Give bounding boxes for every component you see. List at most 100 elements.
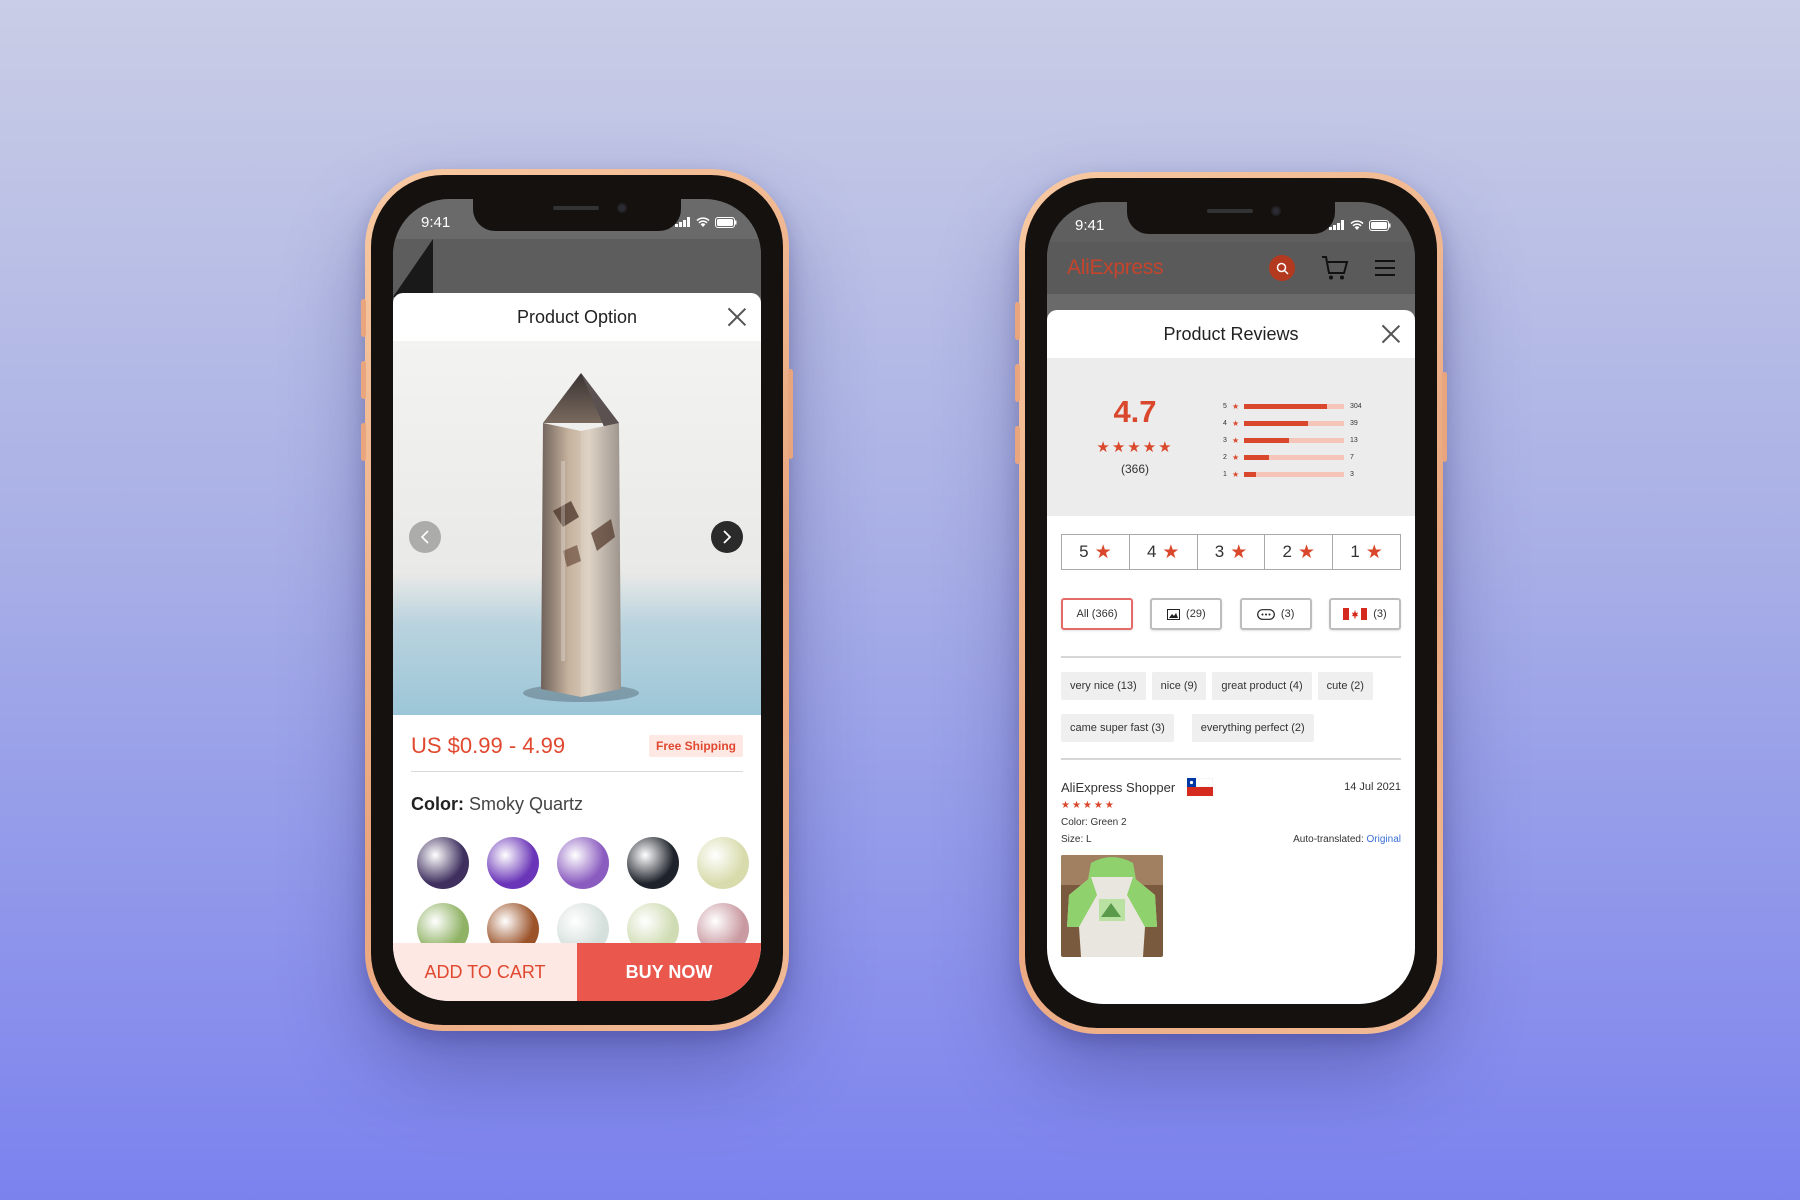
price: US $0.99 - 4.99: [411, 733, 566, 758]
hoodie-photo: [1061, 855, 1163, 957]
keyword-tag[interactable]: everything perfect (2): [1191, 714, 1314, 742]
filter-comments-chip[interactable]: (3): [1239, 598, 1312, 630]
chevron-left-icon: [420, 530, 429, 544]
rating-bar-count: 13: [1350, 437, 1358, 444]
star-filter-4[interactable]: 4 ★: [1130, 535, 1198, 569]
rating-bar-track: [1244, 455, 1344, 460]
prev-image-button[interactable]: [409, 521, 441, 553]
cart-icon[interactable]: [1321, 255, 1349, 281]
star-icon: ★: [1232, 453, 1240, 462]
star-icon: ★: [1232, 419, 1240, 428]
filter-all-label: All (366): [1076, 608, 1118, 620]
filter-photos-label: (29): [1186, 608, 1206, 620]
rating-bar-fill: [1244, 421, 1308, 426]
color-swatch[interactable]: [487, 837, 539, 889]
rating-bar-row: 1 ★ 3: [1223, 466, 1362, 483]
review-author: AliExpress Shopper: [1061, 779, 1176, 795]
close-icon[interactable]: [727, 307, 747, 327]
divider: [1061, 758, 1401, 760]
star-icon: ★: [1232, 402, 1240, 411]
keyword-tag[interactable]: nice (9): [1151, 672, 1207, 700]
wifi-icon: [696, 217, 710, 227]
color-swatch[interactable]: [557, 837, 609, 889]
phone-product-option: 9:41 Product Option US $0.99 - 4.99 Free…: [361, 169, 793, 1031]
original-link[interactable]: Original: [1367, 834, 1401, 845]
color-label: Color:: [411, 794, 464, 814]
star-icon: ★: [1162, 541, 1180, 563]
rating-bar-row: 4 ★ 39: [1223, 415, 1362, 432]
filter-country-chip[interactable]: (3): [1328, 598, 1401, 630]
chile-flag-icon: [1187, 778, 1214, 796]
rating-bar-fill: [1244, 472, 1256, 477]
rating-summary: 4.7 ★★★★★ (366) 5 ★ 304 4 ★ 39 3 ★ 13 2 ★ 7…: [1047, 358, 1415, 516]
phone-bezel: 9:41 Product Option US $0.99 - 4.99 Free…: [371, 175, 783, 1025]
star-icon: ★: [1232, 470, 1240, 479]
rating-bar-row: 3 ★ 13: [1223, 432, 1362, 449]
buy-now-button[interactable]: BUY NOW: [577, 943, 761, 1001]
status-bar: 9:41: [1047, 202, 1415, 242]
sheet-header: Product Option: [393, 293, 761, 341]
color-selection-label: Color: Smoky Quartz: [393, 772, 761, 831]
star-filter-bar: 5 ★ 4 ★ 3 ★ 2 ★ 1 ★: [1061, 534, 1401, 570]
review-filter-chips: All (366) (29) (3) (3): [1061, 598, 1401, 630]
add-to-cart-button[interactable]: ADD TO CART: [393, 943, 577, 1001]
keyword-tag[interactable]: came super fast (3): [1061, 714, 1174, 742]
color-swatch[interactable]: [697, 837, 749, 889]
rating-distribution: 5 ★ 304 4 ★ 39 3 ★ 13 2 ★ 71 ★ 3: [1223, 372, 1362, 516]
bottom-action-bar: ADD TO CART BUY NOW: [393, 943, 761, 1001]
star-filter-1[interactable]: 1 ★: [1333, 535, 1400, 569]
review-size: Size: L: [1061, 834, 1092, 845]
product-image[interactable]: [393, 341, 761, 715]
menu-icon[interactable]: [1375, 260, 1395, 276]
star-icon: ★: [1365, 541, 1383, 563]
review-photo[interactable]: [1061, 855, 1163, 957]
free-shipping-badge: Free Shipping: [648, 735, 743, 757]
rating-bar-track: [1244, 404, 1344, 409]
star-filter-label: 5: [1079, 542, 1089, 561]
crystal-image: [523, 373, 639, 702]
color-swatch[interactable]: [417, 837, 469, 889]
star-filter-2[interactable]: 2 ★: [1265, 535, 1334, 569]
rating-bar-fill: [1244, 438, 1289, 443]
comment-icon: [1257, 608, 1275, 620]
rating-bar-row: 5 ★ 304: [1223, 398, 1362, 415]
background-overlay: [393, 239, 761, 297]
review-item: AliExpress Shopper 14 Jul 2021 ★★★★★ Col…: [1061, 778, 1401, 957]
star-filter-label: 3: [1214, 542, 1225, 561]
filter-all-chip[interactable]: All (366): [1061, 598, 1133, 630]
battery-icon: [715, 216, 737, 228]
keyword-tag[interactable]: very nice (13): [1061, 672, 1146, 700]
image-icon: [1167, 608, 1181, 620]
sheet-title: Product Option: [516, 306, 638, 327]
star-icon: ★: [1230, 541, 1248, 563]
rating-bar-track: [1244, 472, 1344, 477]
rating-stars: ★★★★★: [1096, 439, 1174, 456]
app-header: AliExpress: [1047, 242, 1415, 294]
rating-bar-track: [1244, 438, 1344, 443]
chevron-right-icon: [723, 530, 732, 544]
star-filter-3[interactable]: 3 ★: [1198, 535, 1266, 569]
close-icon[interactable]: [1381, 324, 1401, 344]
status-time: 9:41: [421, 213, 451, 231]
signal-icon: [1329, 220, 1344, 230]
next-image-button[interactable]: [711, 521, 743, 553]
rating-bar-stars: 3: [1223, 437, 1227, 444]
color-swatch[interactable]: [627, 837, 679, 889]
sheet-title: Product Reviews: [1163, 323, 1299, 344]
aliexpress-logo[interactable]: AliExpress: [1067, 256, 1164, 280]
review-date: 14 Jul 2021: [1344, 781, 1401, 793]
rating-bar-fill: [1244, 404, 1327, 409]
search-button[interactable]: [1269, 255, 1295, 281]
star-filter-5[interactable]: 5 ★: [1062, 535, 1130, 569]
product-option-sheet: Product Option US $0.99 - 4.99 Free Ship…: [393, 293, 761, 1001]
review-stars: ★★★★★: [1061, 800, 1116, 811]
review-keyword-tags: very nice (13) nice (9) great product (4) c…: [1061, 672, 1401, 742]
rating-bar-stars: 2: [1223, 454, 1227, 461]
color-value: Smoky Quartz: [469, 794, 584, 814]
filter-photos-chip[interactable]: (29): [1150, 598, 1223, 630]
canada-flag-icon: [1343, 608, 1368, 620]
star-icon: ★: [1298, 541, 1316, 563]
keyword-tag[interactable]: cute (2): [1317, 672, 1373, 700]
rating-bar-stars: 4: [1223, 420, 1227, 427]
keyword-tag[interactable]: great product (4): [1212, 672, 1312, 700]
